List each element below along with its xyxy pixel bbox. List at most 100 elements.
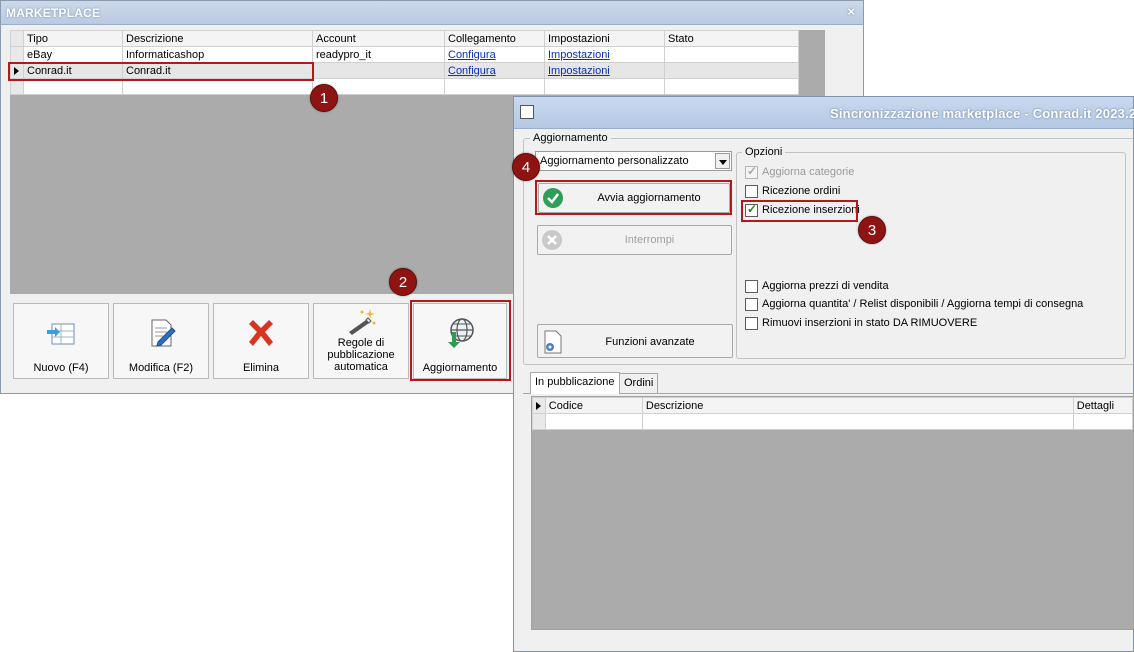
update-categories-label: Aggiorna categorie [762, 166, 855, 178]
edit-document-icon [151, 319, 176, 347]
edit-button[interactable]: Modifica (F2) [113, 303, 209, 379]
chevron-down-icon[interactable] [715, 153, 730, 169]
step-badge-2: 2 [389, 268, 417, 296]
cell-descrizione[interactable]: Informaticashop [122, 46, 313, 63]
table-row[interactable]: eBay Informaticashop readypro_it Configu… [10, 46, 799, 63]
impostazioni-link[interactable]: Impostazioni [548, 65, 610, 77]
row-indicator[interactable] [532, 413, 546, 430]
table-row-new[interactable] [10, 78, 799, 95]
marketplace-title: MARKETPLACE [6, 6, 101, 20]
cell-empty[interactable] [641, 413, 1074, 430]
start-update-button[interactable]: Avvia aggiornamento [538, 183, 730, 213]
cell-empty[interactable] [1072, 413, 1134, 430]
rules-label-line-1: Regole di [337, 337, 385, 349]
start-update-label: Avvia aggiornamento [597, 192, 701, 204]
checkbox-box[interactable] [745, 164, 758, 179]
row-indicator-current[interactable] [10, 62, 24, 79]
cell-empty[interactable] [544, 413, 643, 430]
rules-label-line-3: automatica [334, 361, 388, 373]
checkbox-box[interactable] [745, 317, 758, 330]
column-header-impostazioni[interactable]: Impostazioni [544, 30, 665, 47]
stop-label: Interrompi [624, 234, 675, 246]
checkbox-box[interactable] [745, 298, 758, 311]
cell-collegamento[interactable]: Configura [444, 46, 545, 63]
update-button-label: Aggiornamento [422, 362, 498, 374]
cell-empty[interactable] [444, 78, 545, 95]
column-header-descrizione[interactable]: Descrizione [641, 397, 1074, 414]
cell-collegamento[interactable]: Configura [444, 62, 545, 79]
table-header-row: Tipo Descrizione Account Collegamento Im… [10, 30, 799, 47]
cell-empty[interactable] [23, 78, 123, 95]
cell-account[interactable] [312, 62, 445, 79]
column-header-stato[interactable]: Stato [664, 30, 799, 47]
impostazioni-link[interactable]: Impostazioni [548, 49, 610, 61]
checkbox-box[interactable] [745, 185, 758, 198]
new-button[interactable]: Nuovo (F4) [13, 303, 109, 379]
delete-button[interactable]: Elimina [213, 303, 309, 379]
update-group-label: Aggiornamento [530, 132, 611, 144]
step-badge-4: 4 [512, 153, 540, 181]
configura-link[interactable]: Configura [448, 49, 496, 61]
close-icon[interactable]: × [847, 4, 855, 19]
cell-impostazioni[interactable]: Impostazioni [544, 62, 665, 79]
row-indicator[interactable] [10, 78, 24, 95]
column-header-codice[interactable]: Codice [544, 397, 643, 414]
marketplace-title-bar: MARKETPLACE × [1, 1, 863, 25]
cell-empty[interactable] [664, 78, 799, 95]
column-header-collegamento[interactable]: Collegamento [444, 30, 545, 47]
delete-button-label: Elimina [242, 362, 280, 374]
advanced-functions-label: Funzioni avanzate [605, 336, 695, 348]
row-indicator-header [532, 397, 546, 414]
step-badge-1: 1 [310, 84, 338, 112]
current-row-icon [536, 401, 541, 410]
receive-listings-label: Ricezione inserzioni [762, 204, 860, 216]
checkbox-box[interactable] [745, 280, 758, 293]
delete-x-icon [249, 320, 273, 346]
row-indicator-header [10, 30, 24, 47]
listings-grid: Codice Descrizione Dettagli [531, 396, 1134, 630]
row-indicator[interactable] [10, 46, 24, 63]
column-header-account[interactable]: Account [312, 30, 445, 47]
add-record-icon [47, 323, 75, 345]
cell-descrizione[interactable]: Conrad.it [122, 62, 313, 79]
settings-document-icon [544, 330, 562, 354]
update-quantity-label: Aggiorna quantita' / Relist disponibili … [762, 298, 1084, 310]
auto-publish-rules-button[interactable]: Regole di pubblicazione automatica [313, 303, 409, 379]
cell-stato[interactable] [664, 62, 799, 79]
listings-table: Codice Descrizione Dettagli [532, 397, 1134, 430]
cell-account[interactable]: readypro_it [312, 46, 445, 63]
advanced-functions-button[interactable]: Funzioni avanzate [537, 324, 733, 358]
table-row-new[interactable] [532, 413, 1134, 430]
edit-button-label: Modifica (F2) [128, 362, 194, 374]
globe-download-icon [448, 318, 474, 348]
tab-ordini[interactable]: Ordini [619, 373, 659, 393]
cell-stato[interactable] [664, 46, 799, 63]
tab-in-pubblicazione[interactable]: In pubblicazione [530, 372, 620, 394]
stop-button[interactable]: Interrompi [537, 225, 732, 255]
column-header-dettagli[interactable]: Dettagli [1072, 397, 1134, 414]
column-header-descrizione[interactable]: Descrizione [122, 30, 313, 47]
cell-tipo[interactable]: Conrad.it [23, 62, 123, 79]
cell-empty[interactable] [544, 78, 665, 95]
current-row-icon [14, 66, 19, 75]
check-circle-icon [543, 188, 563, 208]
update-mode-select[interactable]: Aggiornamento personalizzato [535, 151, 732, 171]
receive-orders-label: Ricezione ordini [762, 185, 841, 197]
checkbox-box[interactable] [745, 202, 758, 217]
cell-empty[interactable] [122, 78, 313, 95]
column-header-tipo[interactable]: Tipo [23, 30, 123, 47]
new-button-label: Nuovo (F4) [33, 362, 89, 374]
step-badge-3: 3 [858, 216, 886, 244]
rules-label-line-2: pubblicazione [327, 349, 395, 361]
table-header-row: Codice Descrizione Dettagli [532, 397, 1134, 414]
update-button[interactable]: Aggiornamento [413, 303, 507, 379]
marketplace-table: Tipo Descrizione Account Collegamento Im… [10, 30, 799, 95]
cancel-circle-icon [542, 230, 562, 250]
cell-impostazioni[interactable]: Impostazioni [544, 46, 665, 63]
cell-tipo[interactable]: eBay [23, 46, 123, 63]
table-row-selected[interactable]: Conrad.it Conrad.it Configura Impostazio… [10, 62, 799, 79]
window-menu-icon[interactable] [520, 105, 534, 119]
sync-title: Sincronizzazione marketplace - Conrad.it… [830, 106, 1134, 121]
configura-link[interactable]: Configura [448, 65, 496, 77]
auto-publish-rules-label: Regole di pubblicazione automatica [314, 337, 408, 373]
